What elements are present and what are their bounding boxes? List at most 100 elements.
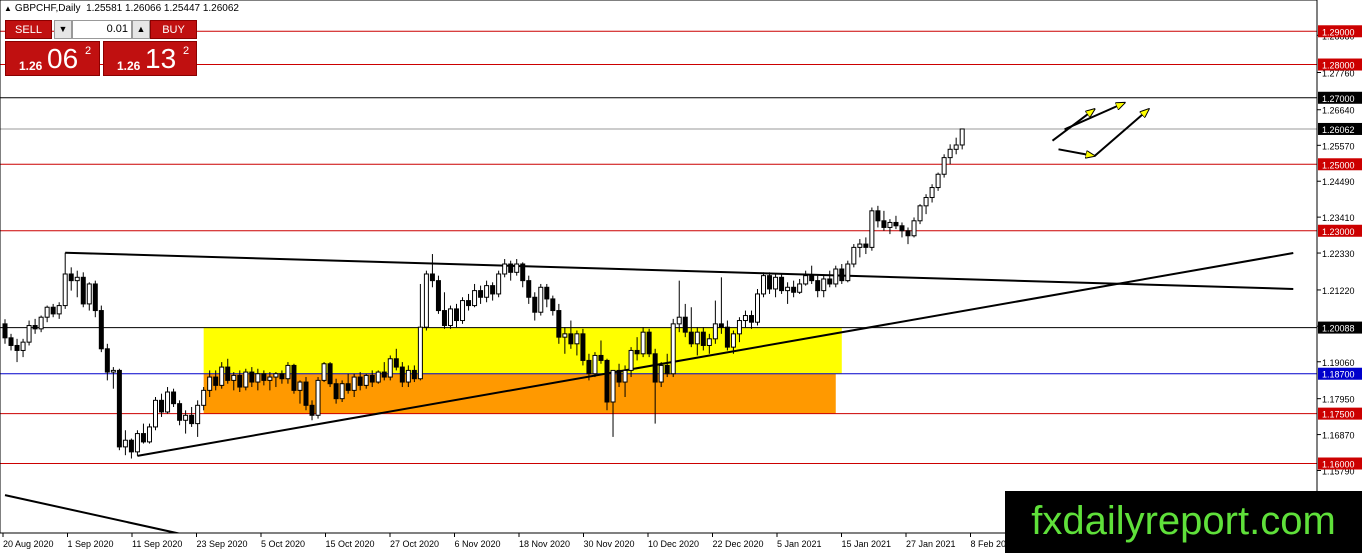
lot-decrease-icon[interactable]: ▼ [54, 20, 72, 39]
candle-body [423, 273, 429, 328]
candle-body [514, 263, 520, 273]
candle-body [490, 285, 496, 295]
candle-body [646, 331, 652, 355]
candle [712, 300, 718, 344]
candle [466, 293, 472, 311]
candle-body [574, 333, 580, 345]
candle-body [417, 326, 423, 380]
candle-body [291, 364, 297, 391]
candle [92, 280, 98, 318]
candle-body [586, 359, 592, 375]
candle-body [116, 369, 122, 448]
candle-body [159, 399, 165, 413]
lot-size-input[interactable]: 0.01 [72, 20, 132, 39]
price-tag-label: 1.20088 [1322, 324, 1355, 334]
candle [875, 205, 881, 228]
candle-body [219, 366, 225, 386]
candle [839, 264, 845, 284]
candle [478, 285, 484, 304]
buy-button[interactable]: BUY [150, 20, 197, 39]
candle [833, 265, 839, 288]
candle-body [580, 333, 586, 361]
sell-button[interactable]: SELL [5, 20, 52, 39]
candle [893, 215, 899, 230]
candle-body [520, 263, 526, 282]
candle-body [146, 426, 152, 443]
x-tick-label: 1 Sep 2020 [68, 539, 114, 549]
candle-body [935, 173, 941, 189]
candle [748, 310, 754, 329]
candle-body [171, 391, 177, 405]
candle [315, 377, 321, 419]
candle [56, 302, 62, 319]
candle-body [195, 404, 201, 425]
candle-body [550, 298, 556, 312]
x-tick-label: 27 Jan 2021 [906, 539, 956, 549]
candle-body [435, 280, 441, 312]
candle-body [791, 286, 797, 293]
x-tick-label: 15 Oct 2020 [326, 539, 375, 549]
candle [86, 282, 92, 311]
candle [472, 283, 478, 308]
candle [863, 237, 869, 255]
candle-body [20, 341, 26, 351]
candle [911, 217, 917, 238]
candle-body [857, 243, 863, 248]
candle-body [44, 306, 50, 318]
candle-body [755, 293, 760, 323]
candle [339, 380, 345, 402]
candle [74, 270, 80, 298]
candle [544, 283, 550, 308]
y-tick-label: 1.16870 [1322, 431, 1355, 441]
candle-body [773, 276, 779, 290]
ohlc-values: 1.25581 1.26066 1.25447 1.26062 [86, 3, 239, 14]
y-tick-label: 1.23410 [1322, 213, 1355, 223]
candle-body [363, 374, 369, 386]
candle [640, 327, 646, 358]
candle-body [351, 376, 357, 391]
candle [923, 194, 929, 215]
candle [20, 338, 26, 358]
candle-body [923, 197, 929, 207]
candle-body [273, 373, 279, 378]
candle [953, 137, 959, 155]
candle-body [556, 310, 562, 338]
buy-price-box[interactable]: 1.26 13 2 [103, 41, 197, 76]
candle-body [815, 280, 821, 292]
candle-body [165, 391, 171, 413]
candle-body [32, 325, 38, 330]
candle-body [508, 263, 514, 273]
candle-body [484, 285, 490, 298]
candle [68, 267, 74, 291]
lot-increase-icon[interactable]: ▲ [132, 20, 150, 39]
candle-body [104, 348, 110, 373]
candle-body [472, 290, 478, 307]
candle [538, 283, 544, 316]
sell-price-box[interactable]: 1.26 06 2 [5, 41, 100, 76]
candle [773, 273, 779, 298]
candle-body [953, 144, 959, 150]
candle-body [381, 371, 387, 378]
buy-price-fraction: 2 [183, 45, 190, 57]
candle-body [321, 363, 327, 381]
candle-body [622, 369, 628, 383]
candle-body [68, 273, 74, 282]
candle-body [50, 306, 56, 315]
candle-body [285, 364, 291, 380]
x-tick-label: 18 Nov 2020 [519, 539, 570, 549]
candle [441, 292, 447, 329]
candle-body [538, 286, 544, 313]
collapse-triangle-icon[interactable]: ▲ [4, 4, 12, 13]
x-tick-label: 30 Nov 2020 [584, 539, 635, 549]
candle-body [399, 366, 405, 383]
price-tag-label: 1.17500 [1322, 410, 1355, 420]
candle [520, 262, 526, 288]
candle-body [845, 263, 851, 282]
candle [526, 275, 532, 304]
price-chart[interactable]: 1.288801.277601.266401.255701.244901.234… [0, 0, 1362, 553]
candle-body [14, 344, 20, 351]
candle-body [785, 286, 791, 292]
y-tick-label: 1.25570 [1322, 141, 1355, 151]
candle [929, 184, 935, 203]
candle-body [153, 399, 158, 428]
